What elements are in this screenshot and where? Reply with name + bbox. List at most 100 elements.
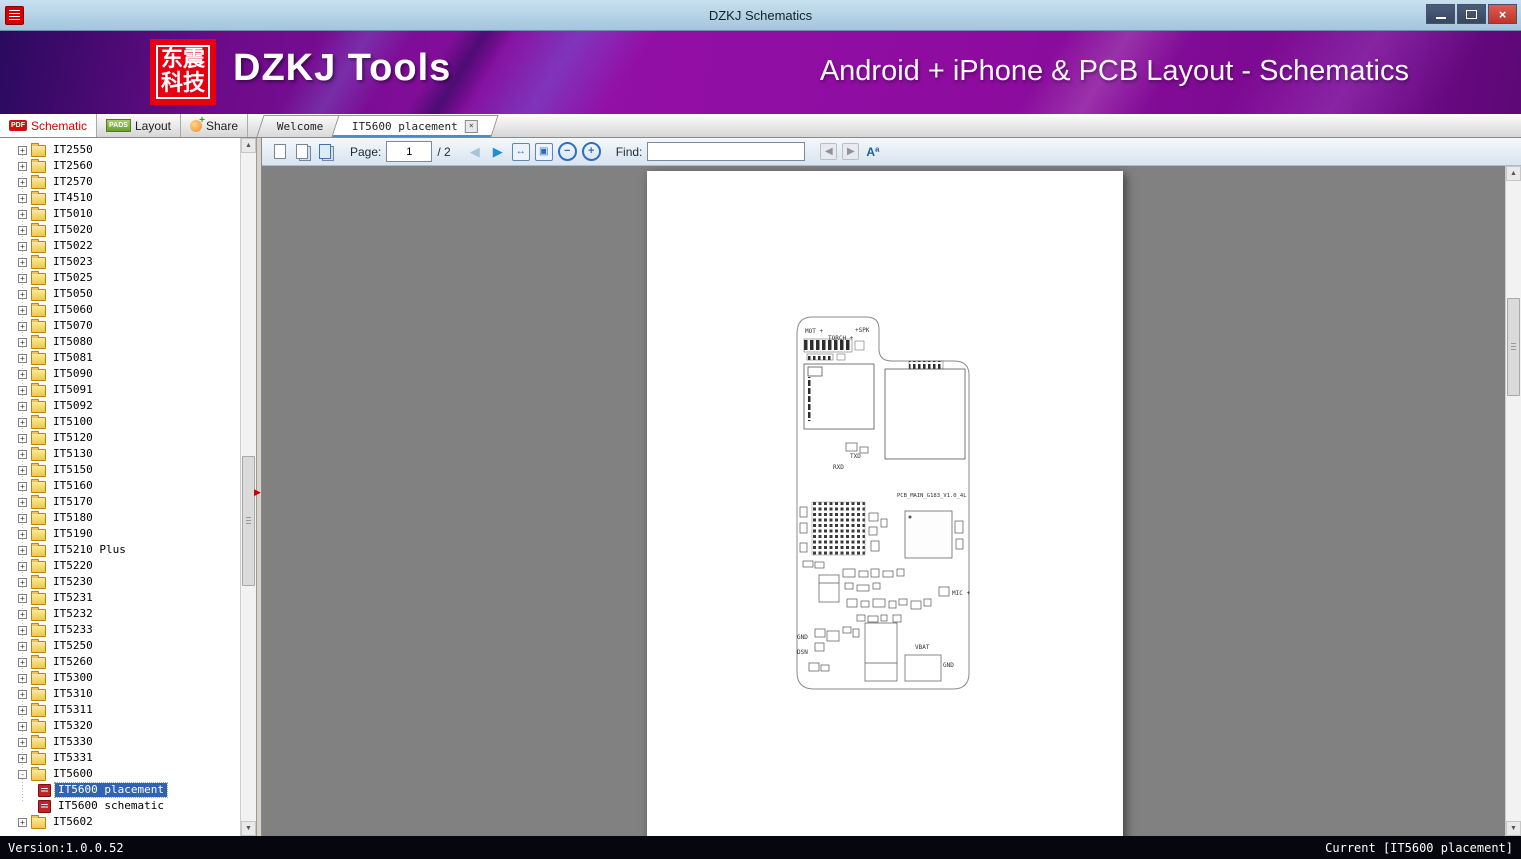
tree-item[interactable]: IT5231	[0, 590, 240, 606]
maximize-button[interactable]	[1457, 4, 1486, 24]
next-page-icon[interactable]: ▶	[489, 143, 507, 161]
fit-width-icon[interactable]: ↔	[511, 142, 530, 161]
expand-toggle-icon[interactable]	[18, 433, 27, 443]
match-case-icon[interactable]: Aª	[864, 143, 881, 161]
expand-toggle-icon[interactable]	[18, 257, 27, 267]
expand-toggle-icon[interactable]	[18, 321, 27, 331]
expand-toggle-icon[interactable]	[18, 577, 27, 587]
expand-toggle-icon[interactable]	[18, 497, 27, 507]
expand-toggle-icon[interactable]	[18, 193, 27, 203]
expand-toggle-icon[interactable]	[18, 145, 27, 155]
tree-item[interactable]: IT5230	[0, 574, 240, 590]
expand-toggle-icon[interactable]	[18, 449, 27, 459]
tree-item[interactable]: IT5060	[0, 302, 240, 318]
viewer-scrollbar-thumb[interactable]	[1507, 298, 1520, 396]
tree-item[interactable]: IT5602	[0, 814, 240, 830]
close-tab-icon[interactable]: ×	[465, 120, 479, 133]
tree-item[interactable]: IT5081	[0, 350, 240, 366]
tree-item[interactable]: IT5311	[0, 702, 240, 718]
tree-item[interactable]: IT5070	[0, 318, 240, 334]
zoom-in-icon[interactable]: +	[581, 142, 601, 161]
tree-item[interactable]: IT5180	[0, 510, 240, 526]
expand-toggle-icon[interactable]	[18, 641, 27, 651]
scroll-up-icon[interactable]: ▲	[1506, 166, 1521, 181]
fit-page-icon[interactable]: ▣	[534, 142, 553, 161]
tab-schematic[interactable]: PDF Schematic	[0, 114, 98, 137]
tree-item[interactable]: IT5600 schematic	[0, 798, 240, 814]
expand-toggle-icon[interactable]	[18, 609, 27, 619]
expand-toggle-icon[interactable]	[18, 561, 27, 571]
tree-item[interactable]: IT5020	[0, 222, 240, 238]
tree-item[interactable]: IT5210 Plus	[0, 542, 240, 558]
tree-item[interactable]: IT2550	[0, 142, 240, 158]
expand-toggle-icon[interactable]	[18, 753, 27, 763]
tree-item[interactable]: IT5130	[0, 446, 240, 462]
expand-toggle-icon[interactable]	[18, 737, 27, 747]
expand-toggle-icon[interactable]	[18, 289, 27, 299]
tree-item[interactable]: IT5022	[0, 238, 240, 254]
tree-item[interactable]: IT5080	[0, 334, 240, 350]
tree-item[interactable]: IT5092	[0, 398, 240, 414]
close-button[interactable]: ×	[1488, 4, 1517, 24]
tree-item[interactable]: IT2560	[0, 158, 240, 174]
previous-page-icon[interactable]: ◀	[466, 143, 484, 161]
sidebar-collapse-icon[interactable]: ▶	[254, 488, 261, 497]
tree-item[interactable]: IT5330	[0, 734, 240, 750]
doc-tab-it5600-placement[interactable]: IT5600 placement ×	[331, 115, 499, 137]
expand-toggle-icon[interactable]	[18, 769, 27, 779]
tree-item[interactable]: IT5090	[0, 366, 240, 382]
minimize-button[interactable]	[1426, 4, 1455, 24]
expand-toggle-icon[interactable]	[18, 673, 27, 683]
tree-item[interactable]: IT5250	[0, 638, 240, 654]
find-next-icon[interactable]: ▶	[842, 143, 860, 160]
expand-toggle-icon[interactable]	[18, 689, 27, 699]
expand-toggle-icon[interactable]	[18, 625, 27, 635]
expand-toggle-icon[interactable]	[18, 817, 27, 827]
tree-item[interactable]: IT5160	[0, 478, 240, 494]
expand-toggle-icon[interactable]	[18, 513, 27, 523]
expand-toggle-icon[interactable]	[18, 385, 27, 395]
expand-toggle-icon[interactable]	[18, 225, 27, 235]
expand-toggle-icon[interactable]	[18, 657, 27, 667]
viewer-scrollbar[interactable]: ▲ ▼	[1505, 166, 1521, 836]
tree-item[interactable]: IT5331	[0, 750, 240, 766]
tree-item[interactable]: IT5233	[0, 622, 240, 638]
find-input[interactable]	[647, 142, 806, 161]
expand-toggle-icon[interactable]	[18, 721, 27, 731]
expand-toggle-icon[interactable]	[18, 369, 27, 379]
tab-share[interactable]: Share	[181, 114, 249, 137]
expand-toggle-icon[interactable]	[18, 593, 27, 603]
tree-item[interactable]: IT5260	[0, 654, 240, 670]
expand-toggle-icon[interactable]	[18, 481, 27, 491]
tree-item[interactable]: IT5600 placement	[0, 782, 240, 798]
zoom-out-icon[interactable]: −	[557, 142, 577, 161]
tree-item[interactable]: IT5600	[0, 766, 240, 782]
continuous-pages-icon[interactable]	[317, 143, 335, 161]
doc-tab-welcome[interactable]: Welcome	[256, 115, 344, 137]
expand-toggle-icon[interactable]	[18, 209, 27, 219]
tree-item[interactable]: IT5150	[0, 462, 240, 478]
scroll-down-icon[interactable]: ▼	[241, 821, 256, 836]
find-previous-icon[interactable]: ◀	[820, 143, 838, 160]
tree-item[interactable]: IT5232	[0, 606, 240, 622]
pdf-viewer[interactable]: MOT + TORCH + +SPK TXD RXD PCB_MAIN_G183…	[262, 166, 1521, 836]
tree-item[interactable]: IT5010	[0, 206, 240, 222]
tree-item[interactable]: IT5170	[0, 494, 240, 510]
facing-pages-icon[interactable]	[294, 143, 312, 161]
expand-toggle-icon[interactable]	[18, 273, 27, 283]
tree-item[interactable]: IT5050	[0, 286, 240, 302]
tree-item[interactable]: IT5300	[0, 670, 240, 686]
tree-item[interactable]: IT4510	[0, 190, 240, 206]
tree-item[interactable]: IT2570	[0, 174, 240, 190]
tree-item[interactable]: IT5220	[0, 558, 240, 574]
expand-toggle-icon[interactable]	[18, 705, 27, 715]
page-number-input[interactable]	[386, 141, 433, 162]
expand-toggle-icon[interactable]	[18, 417, 27, 427]
expand-toggle-icon[interactable]	[18, 305, 27, 315]
expand-toggle-icon[interactable]	[18, 161, 27, 171]
tree-item[interactable]: IT5023	[0, 254, 240, 270]
scroll-down-icon[interactable]: ▼	[1506, 821, 1521, 836]
tree-item[interactable]: IT5091	[0, 382, 240, 398]
expand-toggle-icon[interactable]	[18, 401, 27, 411]
tree-item[interactable]: IT5190	[0, 526, 240, 542]
